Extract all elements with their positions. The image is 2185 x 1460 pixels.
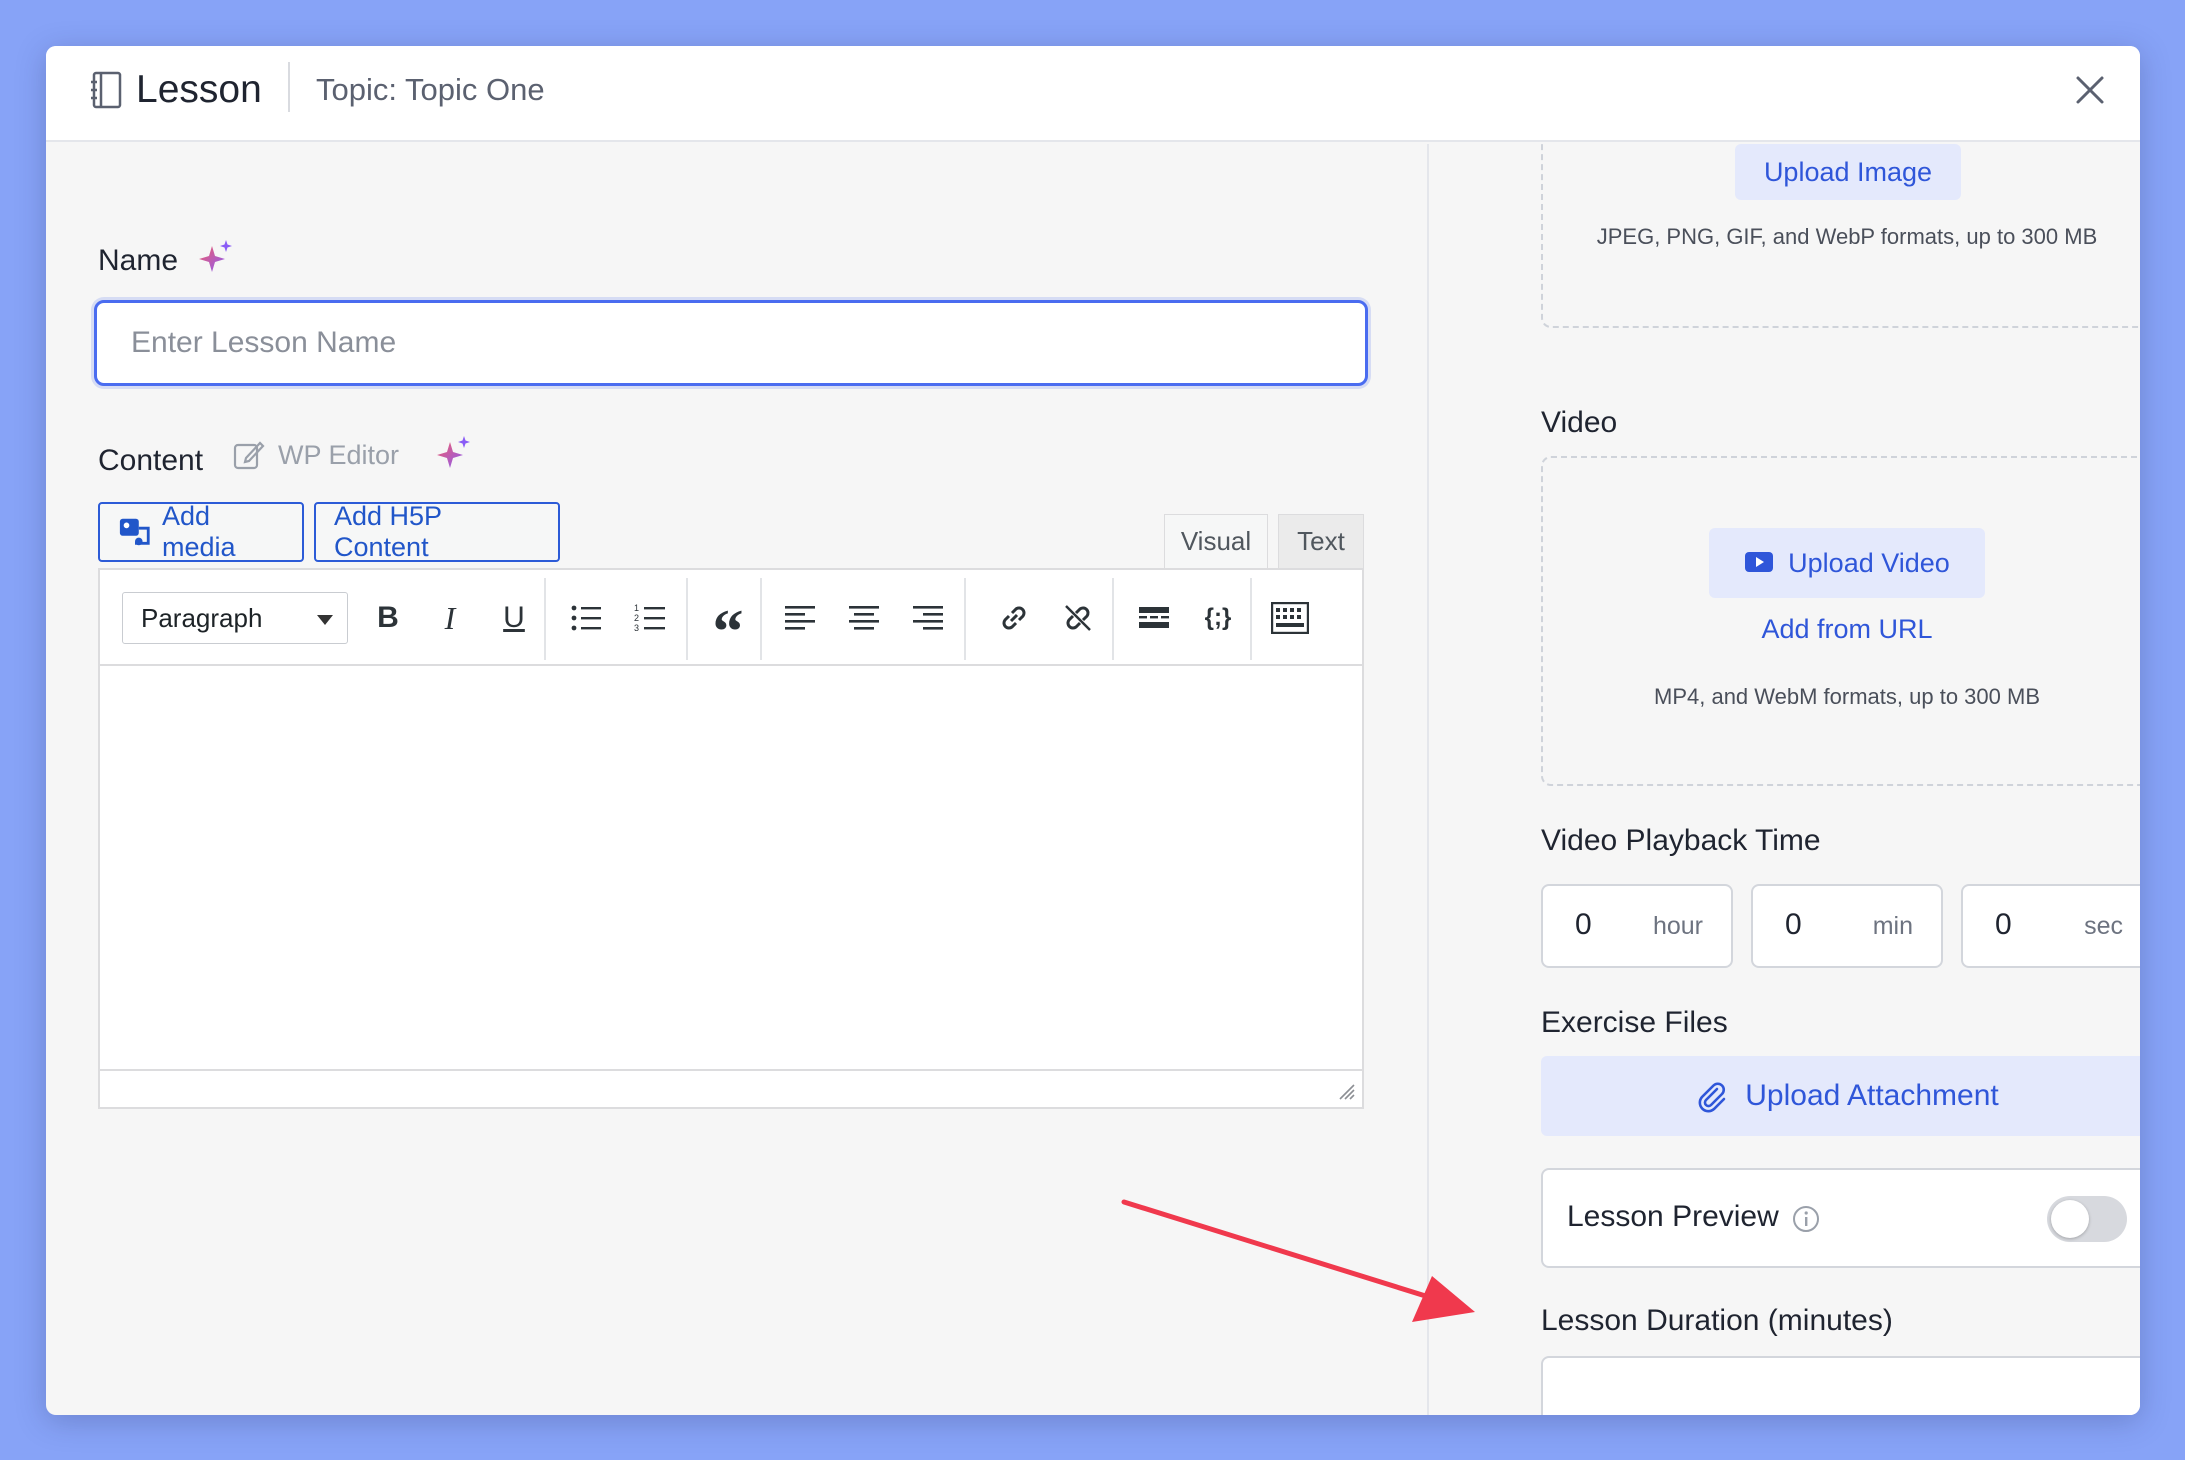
content-editor: Paragraph B I U 123 “ {;}	[98, 568, 1364, 1109]
toggle-knob	[2051, 1200, 2089, 1238]
image-upload-box: Upload Image JPEG, PNG, GIF, and WebP fo…	[1541, 144, 2140, 328]
align-right-icon[interactable]	[904, 594, 952, 642]
wp-editor-label: WP Editor	[278, 439, 400, 470]
svg-text:1: 1	[634, 603, 639, 613]
blockquote-icon[interactable]: “	[704, 594, 752, 663]
video-icon	[1745, 552, 1774, 572]
editor-status-bar	[100, 1069, 1362, 1107]
close-icon[interactable]	[2068, 68, 2112, 112]
playback-min-field[interactable]: 0 min	[1751, 884, 1943, 968]
playback-sec-unit: sec	[2084, 912, 2123, 940]
add-media-button[interactable]: Add media	[98, 501, 304, 562]
playback-hour-field[interactable]: 0 hour	[1541, 884, 1733, 968]
lesson-preview-toggle[interactable]	[2047, 1196, 2127, 1242]
video-format-hint: MP4, and WebM formats, up to 300 MB	[1654, 684, 2040, 709]
read-more-icon[interactable]	[1130, 594, 1178, 642]
playback-sec-field[interactable]: 0 sec	[1961, 884, 2140, 968]
lesson-preview-row: Lesson Preview	[1541, 1168, 2140, 1268]
editor-toolbar: Paragraph B I U 123 “ {;}	[100, 570, 1362, 666]
lesson-name-input[interactable]	[94, 300, 1368, 386]
resize-handle-icon[interactable]	[1336, 1081, 1356, 1101]
add-h5p-label: Add H5P Content	[334, 501, 442, 562]
video-upload-box: Upload Video Add from URL MP4, and WebM …	[1541, 456, 2140, 786]
book-icon	[91, 71, 122, 109]
svg-text:3: 3	[634, 623, 639, 633]
toolbar-separator	[1112, 578, 1114, 660]
link-icon[interactable]	[990, 594, 1038, 642]
bold-icon[interactable]: B	[364, 594, 412, 642]
upload-attachment-button[interactable]: Upload Attachment	[1541, 1056, 2140, 1136]
edit-icon	[233, 441, 265, 470]
format-select-value: Paragraph	[141, 603, 263, 633]
lesson-modal: Lesson Topic: Topic One Name Content WP …	[46, 46, 2140, 1415]
modal-title: Lesson	[136, 68, 262, 111]
format-select[interactable]: Paragraph	[122, 592, 348, 644]
exercise-files-label: Exercise Files	[1541, 1006, 1728, 1039]
header-divider	[288, 62, 290, 112]
playback-time-label: Video Playback Time	[1541, 824, 1821, 857]
align-left-icon[interactable]	[776, 594, 824, 642]
info-icon[interactable]	[1791, 1204, 1821, 1234]
unlink-icon[interactable]	[1054, 594, 1102, 642]
upload-video-label: Upload Video	[1788, 547, 1950, 578]
toolbar-separator	[544, 578, 546, 660]
media-icon	[119, 518, 150, 546]
modal-header: Lesson Topic: Topic One	[46, 46, 2140, 142]
lesson-preview-label: Lesson Preview	[1567, 1200, 1779, 1233]
numbered-list-icon[interactable]: 123	[626, 594, 674, 642]
upload-image-button[interactable]: Upload Image	[1735, 144, 1961, 200]
bullet-list-icon[interactable]	[562, 594, 610, 642]
settings-panel: Upload Image JPEG, PNG, GIF, and WebP fo…	[1429, 144, 2140, 1415]
playback-sec-value: 0	[1995, 908, 2012, 941]
content-label: Content	[98, 444, 204, 477]
upload-video-button[interactable]: Upload Video	[1709, 528, 1985, 598]
add-h5p-button[interactable]: Add H5P Content	[314, 501, 560, 562]
playback-min-value: 0	[1785, 908, 1802, 941]
chevron-down-icon	[317, 615, 333, 625]
tab-text[interactable]: Text	[1278, 514, 1364, 568]
ai-sparkle-icon[interactable]	[434, 434, 474, 474]
playback-hour-value: 0	[1575, 908, 1592, 941]
paperclip-icon	[1698, 1082, 1726, 1113]
video-label: Video	[1541, 406, 1618, 439]
tab-visual[interactable]: Visual	[1164, 514, 1268, 568]
editor-text-area[interactable]	[100, 666, 1362, 1070]
lesson-duration-label: Lesson Duration (minutes)	[1541, 1304, 1893, 1337]
toolbar-separator	[1250, 578, 1252, 660]
toolbar-separator	[964, 578, 966, 660]
playback-min-unit: min	[1872, 912, 1913, 940]
main-panel: Name Content WP Editor	[46, 144, 1427, 1415]
topic-breadcrumb: Topic: Topic One	[316, 72, 545, 107]
add-from-url-link[interactable]: Add from URL	[1543, 614, 2140, 645]
toolbar-separator	[760, 578, 762, 660]
add-media-label: Add media	[162, 501, 236, 562]
wp-editor-link[interactable]: WP Editor	[232, 438, 399, 472]
ai-sparkle-icon[interactable]	[196, 238, 236, 278]
align-center-icon[interactable]	[840, 594, 888, 642]
svg-text:2: 2	[634, 613, 639, 623]
name-label: Name	[98, 244, 179, 277]
toolbar-toggle-icon[interactable]	[1266, 594, 1314, 642]
underline-icon[interactable]: U	[490, 594, 538, 642]
upload-image-label: Upload Image	[1763, 156, 1933, 187]
italic-icon[interactable]: I	[426, 594, 474, 642]
upload-attachment-label: Upload Attachment	[1745, 1079, 1999, 1112]
shortcode-icon[interactable]: {;}	[1194, 594, 1242, 642]
lesson-duration-input[interactable]	[1541, 1356, 2140, 1415]
playback-hour-unit: hour	[1652, 912, 1703, 940]
toolbar-separator	[686, 578, 688, 660]
image-format-hint: JPEG, PNG, GIF, and WebP formats, up to …	[1596, 224, 2098, 249]
